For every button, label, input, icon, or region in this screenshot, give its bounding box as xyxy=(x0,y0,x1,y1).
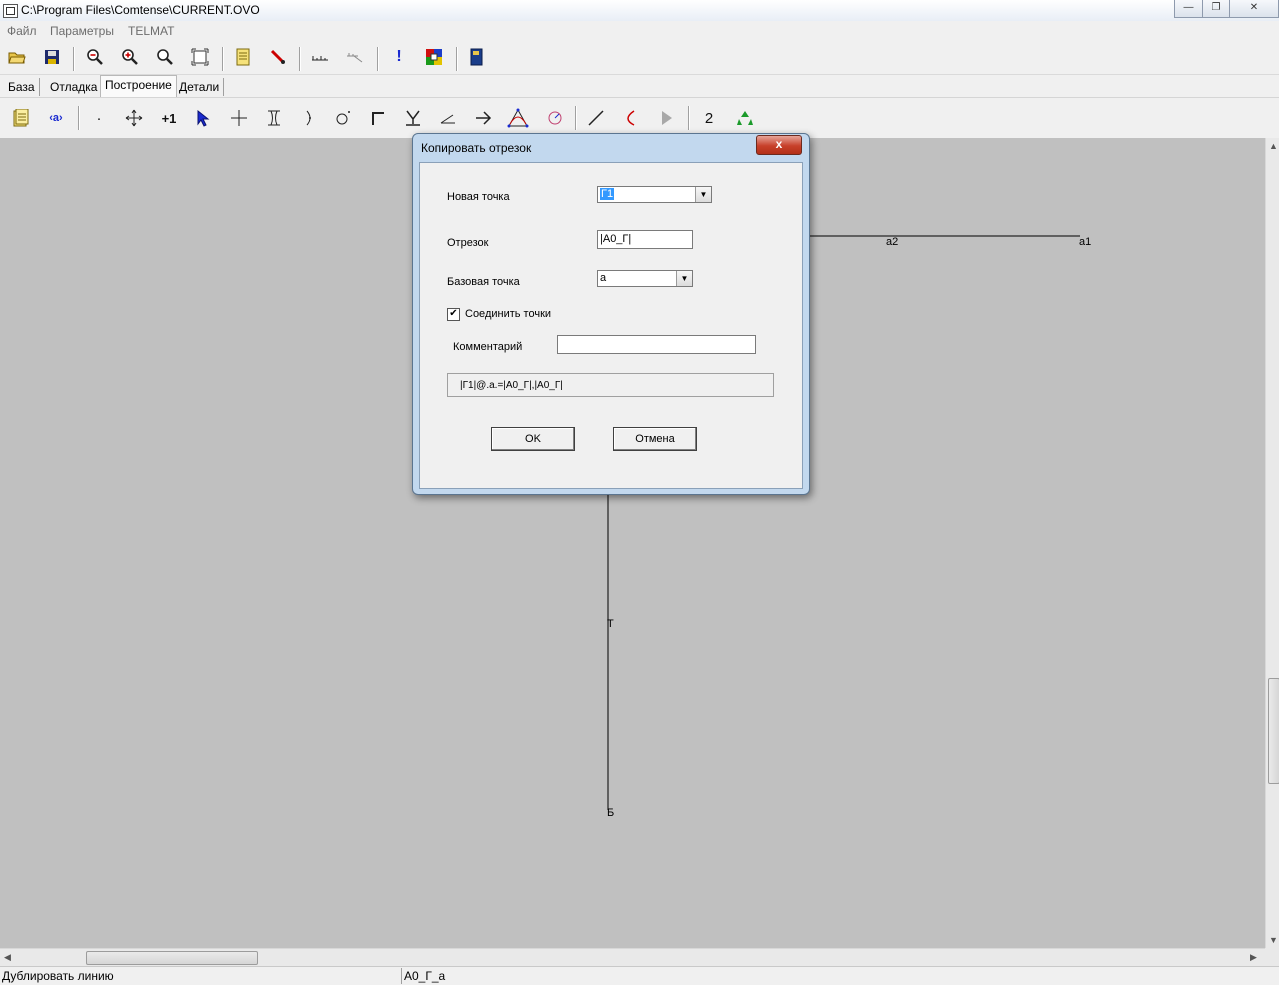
new-point-label: Новая точка xyxy=(447,191,510,203)
status-divider xyxy=(401,968,402,984)
new-point-combo[interactable]: Г1 ▼ xyxy=(597,186,712,203)
main-toolbar: ! xyxy=(0,41,1279,75)
status-hint: Дублировать линию xyxy=(2,969,114,983)
line-icon[interactable] xyxy=(584,106,608,130)
tab-base[interactable]: База xyxy=(4,78,40,96)
status-object: A0_Г_a xyxy=(404,969,446,983)
base-point-value: a xyxy=(600,272,607,284)
toolbar-separator xyxy=(456,47,458,71)
circle-icon[interactable] xyxy=(331,106,355,130)
open-folder-icon[interactable] xyxy=(6,46,28,68)
vertical-scrollbar[interactable]: ▲ ▼ xyxy=(1265,138,1279,948)
move-icon[interactable] xyxy=(122,106,146,130)
save-disk-icon[interactable] xyxy=(41,46,63,68)
scroll-up-arrow-icon[interactable]: ▲ xyxy=(1269,141,1278,151)
ok-button[interactable]: OK xyxy=(491,427,575,451)
dialog-close-button[interactable]: x xyxy=(756,135,802,155)
point-label-a2: a2 xyxy=(886,236,899,248)
toolbar-separator xyxy=(299,47,301,71)
color-palette-icon[interactable] xyxy=(423,46,445,68)
toolbar-separator xyxy=(377,47,379,71)
scroll-right-arrow-icon[interactable]: ▶ xyxy=(1250,952,1257,963)
connect-points-checkbox[interactable]: ✔ xyxy=(447,308,460,321)
scroll-left-arrow-icon[interactable]: ◀ xyxy=(4,952,11,963)
play-icon[interactable] xyxy=(655,106,679,130)
bisector-icon[interactable] xyxy=(401,106,425,130)
app-icon xyxy=(3,4,18,18)
segment-value: |A0_Г| xyxy=(600,233,632,245)
measure-angle-icon[interactable] xyxy=(344,46,366,68)
cross-icon[interactable] xyxy=(227,106,251,130)
document-icon[interactable] xyxy=(232,46,254,68)
close-window-button[interactable]: ✕ xyxy=(1229,0,1279,18)
triangle-curve-icon[interactable] xyxy=(506,106,530,130)
vertical-scroll-thumb[interactable] xyxy=(1268,678,1279,784)
toolbar-separator xyxy=(575,106,577,130)
point-label-a1: a1 xyxy=(1079,236,1092,248)
point-label-b: Б xyxy=(607,807,615,819)
tab-bar: База Отладка Построение Детали xyxy=(0,75,1279,97)
arc-right-icon[interactable] xyxy=(297,106,321,130)
dialog-body: Новая точка Г1 ▼ Отрезок |A0_Г| Базовая … xyxy=(419,162,803,489)
menu-parameters[interactable]: Параметры xyxy=(50,24,114,38)
comment-input[interactable] xyxy=(557,335,756,354)
point-label-t: T xyxy=(607,618,614,630)
toolbar-separator xyxy=(688,106,690,130)
menu-bar: Файл Параметры TELMAT xyxy=(0,21,1279,41)
plus-one-icon[interactable]: +1 xyxy=(157,106,181,130)
scroll-corner xyxy=(1265,948,1279,966)
copy-segment-dialog: Копировать отрезок x Новая точка Г1 ▼ От… xyxy=(412,133,810,495)
tab-debug[interactable]: Отладка xyxy=(46,78,103,96)
horizontal-scrollbar[interactable]: ◀ ▶ xyxy=(0,948,1265,967)
zoom-in-icon[interactable] xyxy=(119,46,141,68)
tab-construction[interactable]: Построение xyxy=(100,75,177,97)
tab-details[interactable]: Детали xyxy=(175,78,225,96)
menu-telmat[interactable]: TELMAT xyxy=(128,24,174,38)
minimize-button[interactable]: — xyxy=(1174,0,1203,18)
segment-input[interactable]: |A0_Г| xyxy=(597,230,693,249)
scroll-down-arrow-icon[interactable]: ▼ xyxy=(1269,935,1278,945)
chevron-down-icon[interactable]: ▼ xyxy=(676,271,692,286)
counter-label[interactable]: 2 xyxy=(697,106,721,130)
formula-text: |Г1|@.a.=|A0_Г|,|A0_Г| xyxy=(460,380,563,391)
fit-to-window-icon[interactable] xyxy=(189,46,211,68)
zoom-icon[interactable] xyxy=(154,46,176,68)
new-point-value: Г1 xyxy=(600,188,615,200)
cancel-button[interactable]: Отмена xyxy=(613,427,697,451)
exclamation-icon[interactable]: ! xyxy=(388,46,410,68)
toolbar-separator xyxy=(222,47,224,71)
measure-icon[interactable] xyxy=(309,46,331,68)
chevron-down-icon[interactable]: ▼ xyxy=(695,187,711,202)
split-icon[interactable] xyxy=(262,106,286,130)
segment-label: Отрезок xyxy=(447,237,489,249)
recycle-icon[interactable] xyxy=(733,106,757,130)
toolbar-separator xyxy=(73,47,75,71)
base-point-combo[interactable]: a ▼ xyxy=(597,270,693,287)
select-cursor-icon[interactable] xyxy=(192,106,216,130)
curve-icon[interactable] xyxy=(619,106,643,130)
horizontal-scroll-thumb[interactable] xyxy=(86,951,258,965)
comment-label: Комментарий xyxy=(453,341,523,353)
window-title: C:\Program Files\Comtense\CURRENT.OVO xyxy=(21,3,260,17)
dialog-title: Копировать отрезок xyxy=(421,141,532,155)
notes-icon[interactable] xyxy=(9,106,33,130)
status-bar: Дублировать линию A0_Г_a xyxy=(0,966,1279,985)
formula-display: |Г1|@.a.=|A0_Г|,|A0_Г| xyxy=(447,373,774,397)
arrow-right-icon[interactable] xyxy=(471,106,495,130)
angle-icon[interactable] xyxy=(436,106,460,130)
maximize-button[interactable]: ❐ xyxy=(1202,0,1230,18)
circle-arc-icon[interactable] xyxy=(543,106,567,130)
toolbar-separator xyxy=(78,106,80,130)
connect-points-label[interactable]: Соединить точки xyxy=(465,308,551,320)
zoom-out-icon[interactable] xyxy=(84,46,106,68)
base-point-label: Базовая точка xyxy=(447,276,520,288)
at-symbol-icon[interactable]: ‹a› xyxy=(44,106,68,130)
book-icon[interactable] xyxy=(466,46,488,68)
right-angle-icon[interactable] xyxy=(366,106,390,130)
title-bar: C:\Program Files\Comtense\CURRENT.OVO — … xyxy=(0,0,1279,22)
point-icon[interactable]: · xyxy=(87,106,111,130)
pin-tool-icon[interactable] xyxy=(267,46,289,68)
menu-file[interactable]: Файл xyxy=(7,24,37,38)
